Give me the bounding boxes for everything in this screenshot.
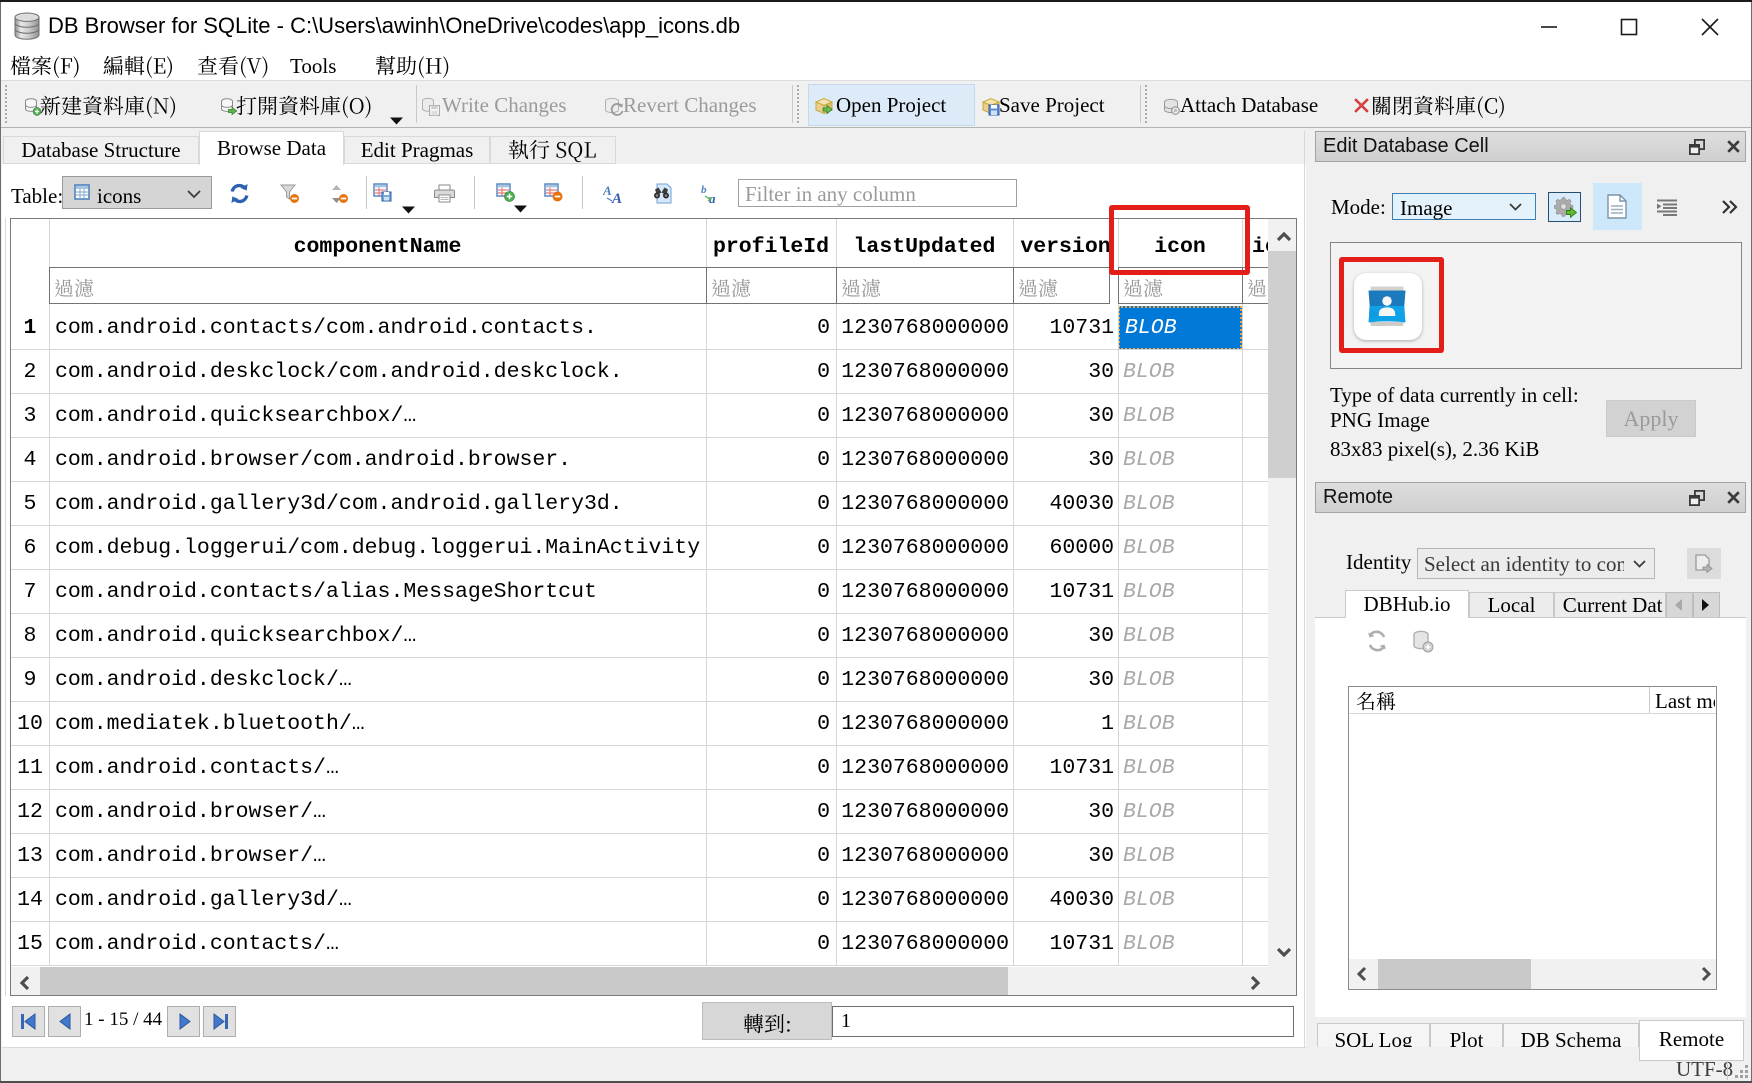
svg-text:A: A [611, 191, 622, 204]
svg-text:A: A [603, 184, 612, 198]
svg-text:b: b [701, 184, 707, 196]
